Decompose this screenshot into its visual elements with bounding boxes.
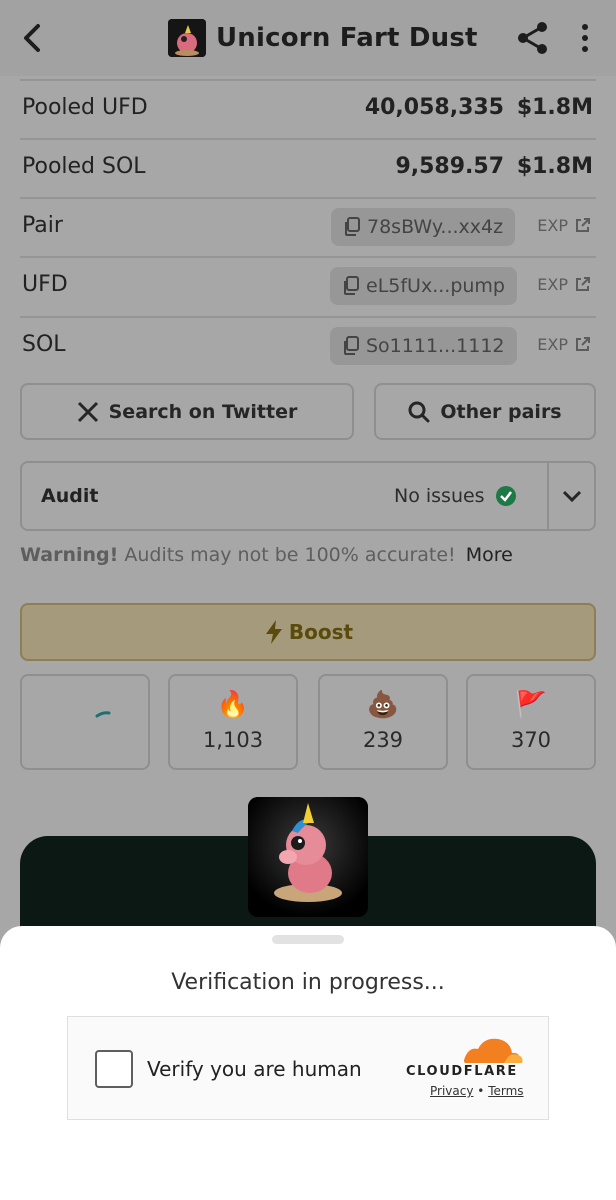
- reaction-poop-button[interactable]: 💩 239: [318, 674, 448, 770]
- ufd-address-row: UFD eL5fUx...pump EXP: [20, 256, 596, 315]
- verification-sheet: Verification in progress... Verify you a…: [0, 926, 616, 1200]
- pooled-sol-amount: 9,589.57: [395, 154, 504, 179]
- share-icon: [518, 22, 547, 54]
- terms-link[interactable]: Terms: [488, 1084, 523, 1098]
- warning-strong: Warning!: [20, 544, 119, 566]
- pooled-ufd-label: Pooled UFD: [22, 95, 148, 120]
- token-image: [248, 797, 368, 917]
- more-vertical-icon: [582, 24, 588, 52]
- chevron-down-icon[interactable]: [560, 485, 584, 507]
- audit-status-text: No issues: [394, 485, 485, 507]
- share-button[interactable]: [516, 20, 550, 56]
- back-button[interactable]: [18, 20, 48, 56]
- cloudflare-wordmark: CLOUDFLARE: [406, 1064, 518, 1079]
- search-on-twitter-button[interactable]: Search on Twitter: [20, 383, 354, 440]
- boost-label: Boost: [288, 620, 354, 644]
- copy-icon: [344, 336, 359, 355]
- audit-divider: [547, 463, 549, 529]
- reaction-rocket-button[interactable]: [20, 674, 150, 770]
- sol-explorer-link[interactable]: EXP: [537, 335, 591, 354]
- warning-more-link[interactable]: More: [466, 544, 513, 566]
- ufd-label: UFD: [22, 272, 68, 297]
- other-pairs-label: Other pairs: [440, 400, 562, 423]
- external-link-icon: [576, 337, 590, 351]
- other-pairs-button[interactable]: Other pairs: [374, 383, 596, 440]
- sheet-drag-handle[interactable]: [272, 935, 344, 944]
- reaction-flag-button[interactable]: 🚩 370: [466, 674, 596, 770]
- token-avatar: [168, 19, 206, 57]
- audit-warning: Warning! Audits may not be 100% accurate…: [20, 544, 513, 566]
- boost-button[interactable]: Boost: [20, 603, 596, 661]
- pooled-sol-usd: $1.8M: [516, 154, 593, 179]
- cloudflare-challenge-widget: Verify you are human CLOUDFLARE Privacy …: [67, 1016, 549, 1120]
- search-icon: [408, 401, 430, 422]
- copy-icon: [345, 217, 360, 236]
- pair-address-row: Pair 78sBWy...xx4z EXP: [20, 197, 596, 256]
- x-logo-icon: [77, 401, 98, 422]
- copy-pair-address-button[interactable]: 78sBWy...xx4z: [331, 208, 516, 246]
- pooled-ufd-usd: $1.8M: [516, 95, 593, 120]
- audit-label: Audit: [41, 485, 99, 507]
- pooled-sol-row: Pooled SOL 9,589.57 $1.8M: [20, 138, 596, 197]
- sol-address: So1111...1112: [366, 335, 505, 357]
- verify-human-checkbox[interactable]: [95, 1050, 133, 1088]
- page-title: Unicorn Fart Dust: [216, 23, 478, 53]
- exp-label: EXP: [537, 275, 568, 294]
- chevron-left-icon: [24, 24, 40, 52]
- flag-count: 370: [510, 728, 552, 752]
- fire-count: 1,103: [202, 728, 264, 752]
- pooled-ufd-amount: 40,058,335: [364, 95, 504, 120]
- ufd-address: eL5fUx...pump: [366, 275, 505, 297]
- audit-status: No issues: [394, 485, 517, 507]
- loading-spinner-icon: [95, 711, 111, 718]
- copy-sol-address-button[interactable]: So1111...1112: [330, 327, 517, 365]
- external-link-icon: [576, 218, 590, 232]
- sol-label: SOL: [22, 332, 66, 357]
- poop-count: 239: [362, 728, 404, 752]
- copy-ufd-address-button[interactable]: eL5fUx...pump: [330, 267, 517, 305]
- privacy-link[interactable]: Privacy: [430, 1084, 473, 1098]
- exp-label: EXP: [537, 335, 568, 354]
- lightning-icon: [265, 620, 282, 644]
- fire-icon: 🔥: [216, 690, 250, 720]
- verification-title: Verification in progress...: [171, 970, 445, 995]
- copy-icon: [344, 276, 359, 295]
- search-on-twitter-label: Search on Twitter: [108, 400, 298, 423]
- pooled-sol-label: Pooled SOL: [22, 154, 146, 179]
- exp-label: EXP: [537, 216, 568, 235]
- verify-human-label: Verify you are human: [147, 1057, 362, 1081]
- pooled-ufd-row: Pooled UFD 40,058,335 $1.8M: [20, 79, 596, 138]
- cloudflare-links: Privacy • Terms: [430, 1084, 524, 1098]
- sol-address-row: SOL So1111...1112 EXP: [20, 316, 596, 375]
- token-title-group: Unicorn Fart Dust: [168, 18, 478, 58]
- audit-panel[interactable]: Audit No issues: [20, 461, 596, 531]
- poop-icon: 💩: [366, 690, 400, 720]
- red-flag-icon: 🚩: [514, 690, 548, 720]
- top-app-bar: Unicorn Fart Dust: [0, 0, 616, 76]
- more-options-button[interactable]: [574, 22, 596, 54]
- pair-address: 78sBWy...xx4z: [367, 216, 504, 238]
- ufd-explorer-link[interactable]: EXP: [537, 275, 591, 294]
- check-circle-icon: [495, 486, 516, 506]
- reaction-fire-button[interactable]: 🔥 1,103: [168, 674, 298, 770]
- external-link-icon: [576, 277, 590, 291]
- pair-explorer-link[interactable]: EXP: [537, 216, 591, 235]
- pair-label: Pair: [22, 213, 63, 238]
- warning-text: Audits may not be 100% accurate!: [124, 544, 456, 566]
- cloudflare-cloud-icon: [464, 1038, 523, 1063]
- links-separator: •: [477, 1084, 485, 1098]
